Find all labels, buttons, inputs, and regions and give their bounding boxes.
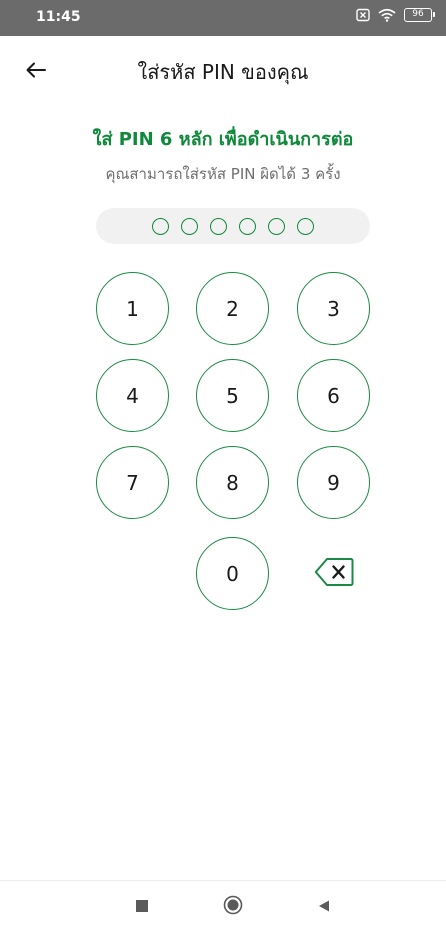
key-2[interactable]: 2 — [196, 272, 269, 345]
system-nav-bar — [0, 880, 446, 932]
battery-icon: 96 — [404, 8, 435, 22]
status-icons: 96 — [356, 8, 435, 22]
key-7[interactable]: 7 — [96, 446, 169, 519]
circle-icon — [223, 895, 243, 919]
key-5[interactable]: 5 — [196, 359, 269, 432]
pin-dot — [239, 217, 256, 235]
key-3[interactable]: 3 — [297, 272, 370, 345]
nav-back-button[interactable] — [312, 895, 336, 919]
mute-notification-icon — [356, 8, 370, 22]
key-4[interactable]: 4 — [96, 359, 169, 432]
pin-dot — [210, 217, 227, 235]
backspace-icon — [314, 557, 354, 591]
key-9[interactable]: 9 — [297, 446, 370, 519]
recents-button[interactable] — [130, 895, 154, 919]
triangle-back-icon — [317, 898, 331, 917]
page-title: ใส่รหัส PIN ของคุณ — [137, 60, 309, 84]
wifi-icon — [378, 8, 396, 22]
pin-dot — [181, 217, 198, 235]
pin-dot — [297, 217, 314, 235]
pin-dot — [268, 217, 285, 235]
pin-entry-field — [96, 208, 370, 244]
key-0[interactable]: 0 — [196, 537, 269, 610]
pin-attempts-note: คุณสามารถใส่รหัส PIN ผิดได้ 3 ครั้ง — [105, 165, 341, 183]
key-6[interactable]: 6 — [297, 359, 370, 432]
app-bar: ใส่รหัส PIN ของคุณ — [0, 36, 446, 106]
square-icon — [135, 898, 149, 917]
pin-heading: ใส่ PIN 6 หลัก เพื่อดำเนินการต่อ — [92, 129, 354, 150]
pin-dot — [152, 217, 169, 235]
key-1[interactable]: 1 — [96, 272, 169, 345]
status-bar: 11:45 96 — [0, 0, 446, 36]
home-button[interactable] — [221, 895, 245, 919]
key-8[interactable]: 8 — [196, 446, 269, 519]
status-time: 11:45 — [36, 9, 81, 25]
delete-button[interactable] — [297, 537, 370, 610]
